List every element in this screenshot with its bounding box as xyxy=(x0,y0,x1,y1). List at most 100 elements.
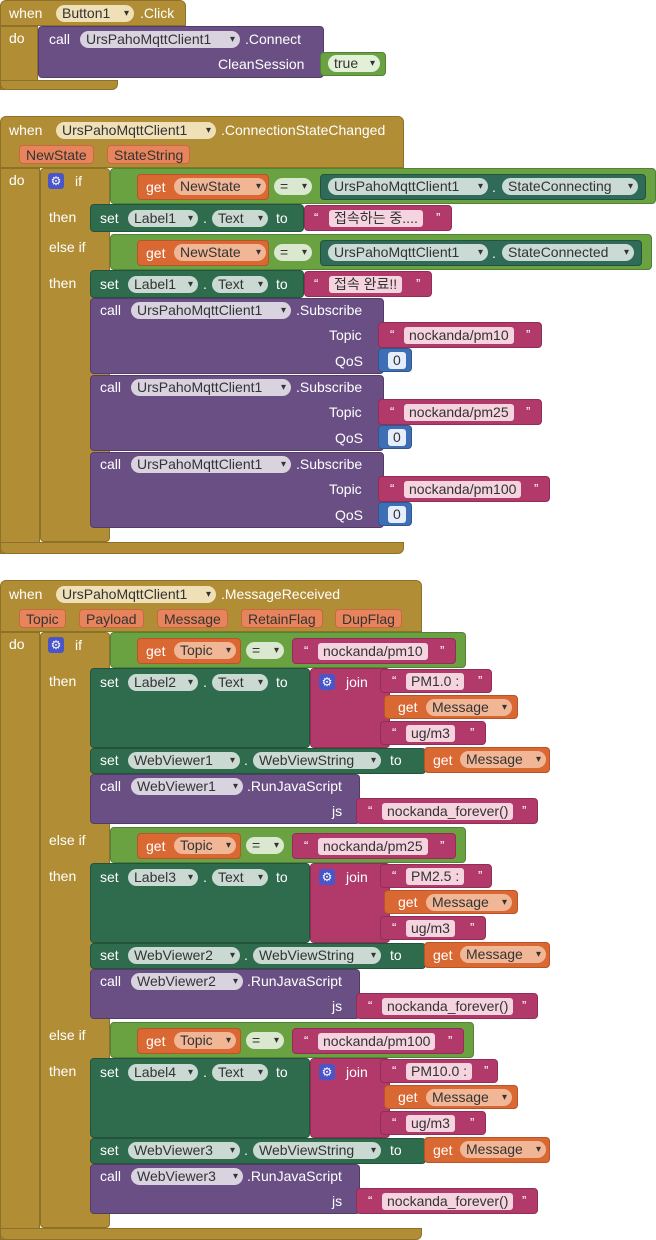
var-dropdown[interactable]: Topic xyxy=(174,1032,236,1049)
open-quote: “ xyxy=(392,673,397,688)
eq-dropdown[interactable]: = xyxy=(246,837,284,854)
dot: . xyxy=(244,752,248,768)
then-label: then xyxy=(49,868,77,884)
gear-icon[interactable]: ⚙ xyxy=(48,173,64,189)
param-message[interactable]: Message xyxy=(157,609,228,628)
js-value[interactable]: nockanda_forever() xyxy=(382,803,514,820)
close-quote: ” xyxy=(470,725,475,740)
gear-icon[interactable]: ⚙ xyxy=(319,1064,335,1080)
webviewstring-dropdown[interactable]: WebViewString xyxy=(253,752,381,769)
set-label: set xyxy=(100,1064,119,1080)
text-value[interactable]: 접속하는 중.... xyxy=(329,210,423,227)
var-dropdown[interactable]: NewState xyxy=(174,244,266,261)
open-quote: “ xyxy=(304,838,309,853)
topic-value[interactable]: nockanda/pm25 xyxy=(404,404,514,421)
param-topic[interactable]: Topic xyxy=(19,609,66,628)
js-value[interactable]: nockanda_forever() xyxy=(382,1193,514,1210)
client-dropdown[interactable]: UrsPahoMqttClient1 xyxy=(131,379,291,396)
param-newstate[interactable]: NewState xyxy=(19,145,94,164)
var-dropdown[interactable]: Message xyxy=(426,1089,512,1106)
var-dropdown[interactable]: Message xyxy=(426,699,512,716)
close-quote: ” xyxy=(522,803,527,818)
state-dropdown[interactable]: StateConnected xyxy=(502,244,634,261)
label-dropdown[interactable]: Label2 xyxy=(128,674,198,691)
label1-dropdown[interactable]: Label1 xyxy=(128,210,198,227)
true-dropdown[interactable]: true xyxy=(328,55,380,72)
client-dropdown[interactable]: UrsPahoMqttClient1 xyxy=(56,122,216,139)
eq-dropdown[interactable]: = xyxy=(274,178,312,195)
text-value[interactable]: nockanda/pm100 xyxy=(318,1033,436,1050)
param-statestring[interactable]: StateString xyxy=(107,145,191,164)
param-retainflag[interactable]: RetainFlag xyxy=(241,609,323,628)
else-if-label: else if xyxy=(49,239,86,255)
to-label: to xyxy=(276,1064,288,1080)
state-dropdown[interactable]: StateConnecting xyxy=(502,178,638,195)
var-dropdown[interactable]: Message xyxy=(460,1141,546,1158)
set-label: set xyxy=(100,210,119,226)
webviewer-dropdown[interactable]: WebViewer2 xyxy=(131,973,243,990)
topic-value[interactable]: nockanda/pm100 xyxy=(404,481,522,498)
open-quote: “ xyxy=(314,276,319,291)
text-prop-dropdown[interactable]: Text xyxy=(212,276,268,293)
webviewstring-dropdown[interactable]: WebViewString xyxy=(253,947,381,964)
qos-value[interactable]: 0 xyxy=(388,506,406,523)
text-value[interactable]: 접속 완료!! xyxy=(329,276,403,293)
param-payload[interactable]: Payload xyxy=(79,609,144,628)
client-dropdown[interactable]: UrsPahoMqttClient1 xyxy=(80,31,240,48)
gear-icon[interactable]: ⚙ xyxy=(48,637,64,653)
webviewer-dropdown[interactable]: WebViewer2 xyxy=(128,947,240,964)
client-dropdown[interactable]: UrsPahoMqttClient1 xyxy=(56,586,216,603)
webviewstring-dropdown[interactable]: WebViewString xyxy=(253,1142,381,1159)
qos-value[interactable]: 0 xyxy=(388,352,406,369)
webviewer-dropdown[interactable]: WebViewer1 xyxy=(128,752,240,769)
var-dropdown[interactable]: Topic xyxy=(174,837,236,854)
open-quote: “ xyxy=(368,803,373,818)
var-dropdown[interactable]: NewState xyxy=(174,178,266,195)
text-prop-dropdown[interactable]: Text xyxy=(212,210,268,227)
eq-dropdown[interactable]: = xyxy=(246,1032,284,1049)
get-label: get xyxy=(146,245,166,261)
webviewer-dropdown[interactable]: WebViewer3 xyxy=(131,1168,243,1185)
text-prop-dropdown[interactable]: Text xyxy=(212,869,268,886)
js-value[interactable]: nockanda_forever() xyxy=(382,998,514,1015)
var-dropdown[interactable]: Message xyxy=(426,894,512,911)
param-dupflag[interactable]: DupFlag xyxy=(335,609,402,628)
label-dropdown[interactable]: Label4 xyxy=(128,1064,198,1081)
prefix-value[interactable]: PM1.0 : xyxy=(406,673,465,690)
qos-value[interactable]: 0 xyxy=(388,429,406,446)
get-label: get xyxy=(398,894,418,910)
text-value[interactable]: nockanda/pm25 xyxy=(318,838,428,855)
else-if-label: else if xyxy=(49,1027,86,1043)
suffix-value[interactable]: ug/m3 xyxy=(406,1115,455,1132)
webviewer-dropdown[interactable]: WebViewer1 xyxy=(131,778,243,795)
eq-dropdown[interactable]: = xyxy=(246,642,284,659)
label-dropdown[interactable]: Label3 xyxy=(128,869,198,886)
gear-icon[interactable]: ⚙ xyxy=(319,674,335,690)
topic-value[interactable]: nockanda/pm10 xyxy=(404,327,514,344)
close-quote: ” xyxy=(526,404,531,419)
runjs-method: .RunJavaScript xyxy=(247,778,342,794)
button1-dropdown[interactable]: Button1 xyxy=(56,5,134,22)
suffix-value[interactable]: ug/m3 xyxy=(406,920,455,937)
gear-icon[interactable]: ⚙ xyxy=(319,869,335,885)
prefix-value[interactable]: PM10.0 : xyxy=(406,1063,473,1080)
then-label: then xyxy=(49,1063,77,1079)
client-dropdown[interactable]: UrsPahoMqttClient1 xyxy=(131,456,291,473)
var-dropdown[interactable]: Message xyxy=(460,751,546,768)
text-prop-dropdown[interactable]: Text xyxy=(212,674,268,691)
eq-dropdown[interactable]: = xyxy=(274,244,312,261)
set-label: set xyxy=(100,1142,119,1158)
var-dropdown[interactable]: Topic xyxy=(174,642,236,659)
var-dropdown[interactable]: Message xyxy=(460,946,546,963)
webviewer-dropdown[interactable]: WebViewer3 xyxy=(128,1142,240,1159)
client-dropdown[interactable]: UrsPahoMqttClient1 xyxy=(328,178,488,195)
suffix-value[interactable]: ug/m3 xyxy=(406,725,455,742)
label1-dropdown[interactable]: Label1 xyxy=(128,276,198,293)
dot: . xyxy=(244,947,248,963)
client-dropdown[interactable]: UrsPahoMqttClient1 xyxy=(328,244,488,261)
client-dropdown[interactable]: UrsPahoMqttClient1 xyxy=(131,302,291,319)
text-value[interactable]: nockanda/pm10 xyxy=(318,643,428,660)
get-label: get xyxy=(433,947,453,963)
prefix-value[interactable]: PM2.5 : xyxy=(406,868,465,885)
text-prop-dropdown[interactable]: Text xyxy=(212,1064,268,1081)
